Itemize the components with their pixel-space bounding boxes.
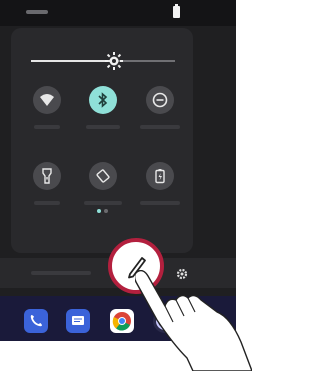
do-not-disturb-tile[interactable] [146, 86, 174, 114]
wifi-icon [40, 94, 54, 106]
hand-pointer-icon [135, 270, 252, 371]
chrome-icon [112, 312, 131, 331]
tile-label [86, 125, 120, 129]
messages-app[interactable] [66, 309, 90, 333]
status-bar [0, 0, 236, 26]
phone-app[interactable] [24, 309, 48, 333]
auto-rotate-tile[interactable] [89, 162, 117, 190]
flashlight-tile[interactable] [33, 162, 61, 190]
footer-label [31, 271, 91, 275]
brightness-icon[interactable] [104, 51, 124, 71]
messages-icon [72, 316, 84, 325]
tile-label [140, 201, 180, 205]
tile-label [34, 201, 60, 205]
page-dot-active [97, 209, 101, 213]
brightness-slider-fill [31, 60, 114, 62]
wifi-tile[interactable] [33, 86, 61, 114]
auto-rotate-icon [96, 169, 110, 183]
chrome-app[interactable] [110, 309, 134, 333]
battery-saver-icon [155, 169, 165, 184]
bluetooth-icon [98, 92, 108, 108]
do-not-disturb-icon [152, 92, 168, 108]
status-indicator [26, 10, 48, 14]
tile-label [34, 125, 60, 129]
page-dot [104, 209, 108, 213]
flashlight-icon [42, 168, 52, 184]
bluetooth-tile[interactable] [89, 86, 117, 114]
phone-screen [0, 0, 252, 371]
phone-icon [30, 315, 42, 327]
page-indicator [97, 209, 111, 213]
battery-icon [173, 4, 180, 18]
battery-saver-tile[interactable] [146, 162, 174, 190]
tile-label [140, 125, 180, 129]
tile-label [84, 201, 122, 205]
